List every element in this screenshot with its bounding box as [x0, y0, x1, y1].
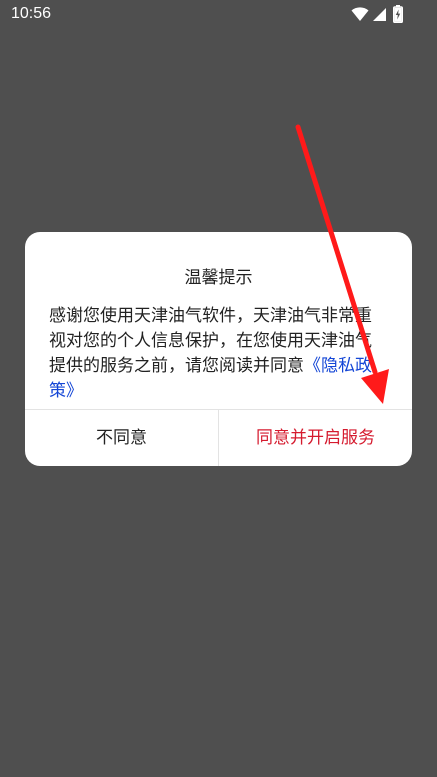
status-icons — [351, 5, 407, 27]
signal-icon — [372, 6, 387, 26]
dialog-message: 感谢您使用天津油气软件，天津油气非常重视对您的个人信息保护，在您使用天津油气提供… — [49, 304, 387, 404]
status-time: 10:56 — [11, 5, 52, 22]
battery-charging-icon — [393, 5, 403, 27]
disagree-button[interactable]: 不同意 — [25, 410, 218, 466]
status-bar: 10:56 — [0, 0, 437, 30]
agree-button[interactable]: 同意并开启服务 — [219, 410, 412, 466]
privacy-dialog: 温馨提示 感谢您使用天津油气软件，天津油气非常重视对您的个人信息保护，在您使用天… — [25, 232, 412, 466]
wifi-icon — [351, 6, 369, 26]
dialog-button-row: 不同意 同意并开启服务 — [25, 409, 412, 466]
dialog-title: 温馨提示 — [184, 268, 253, 288]
